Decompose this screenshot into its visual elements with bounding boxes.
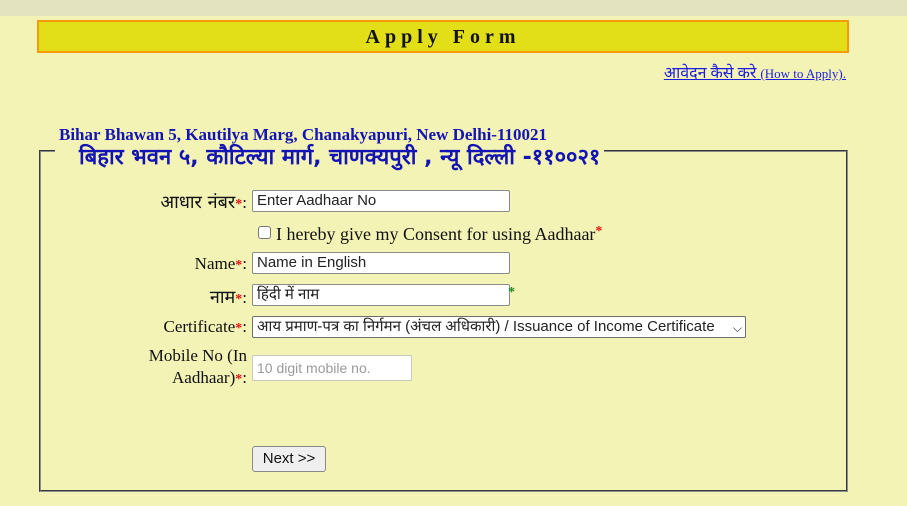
hindi-name-input[interactable]: हिंदी में नाम <box>252 284 510 306</box>
hindi-name-label: नाम*: <box>209 287 247 308</box>
how-to-apply-link[interactable]: आवेदन कैसे करे (How to Apply). <box>664 61 846 83</box>
how-to-apply-hindi: आवेदन कैसे करे <box>663 65 761 82</box>
fieldset-legend: Bihar Bhawan 5, Kautilya Marg, Chanakyap… <box>55 125 605 171</box>
certificate-select[interactable]: आय प्रमाण-पत्र का निर्गमन (अंचल अधिकारी)… <box>252 316 746 338</box>
top-strip <box>0 0 907 16</box>
address-english: Bihar Bhawan 5, Kautilya Marg, Chanakyap… <box>59 125 548 144</box>
hindi-required-mark: * <box>508 285 515 300</box>
name-label: Name*: <box>194 254 247 273</box>
chevron-down-icon: ⌵ <box>732 321 742 335</box>
mobile-label: Mobile No (In Aadhaar)*: <box>148 346 247 387</box>
consent-label: I hereby give my Consent for using Aadha… <box>276 224 603 244</box>
aadhaar-input[interactable]: Enter Aadhaar No <box>252 190 510 212</box>
consent-checkbox[interactable] <box>258 226 271 239</box>
how-to-apply-english: (How to Apply). <box>760 66 846 81</box>
mobile-input[interactable]: 10 digit mobile no. <box>252 355 412 381</box>
certificate-label: Certificate*: <box>163 317 247 336</box>
address-hindi: बिहार भवन ५, कौटिल्या मार्ग, चाणक्यपुरी … <box>79 145 601 170</box>
page-title: Apply Form <box>365 26 521 48</box>
name-input[interactable]: Name in English <box>252 252 510 274</box>
aadhaar-label: आधार नंबर*: <box>160 192 247 213</box>
next-button[interactable]: Next >> <box>252 446 326 472</box>
page-title-bar: Apply Form <box>37 20 849 53</box>
